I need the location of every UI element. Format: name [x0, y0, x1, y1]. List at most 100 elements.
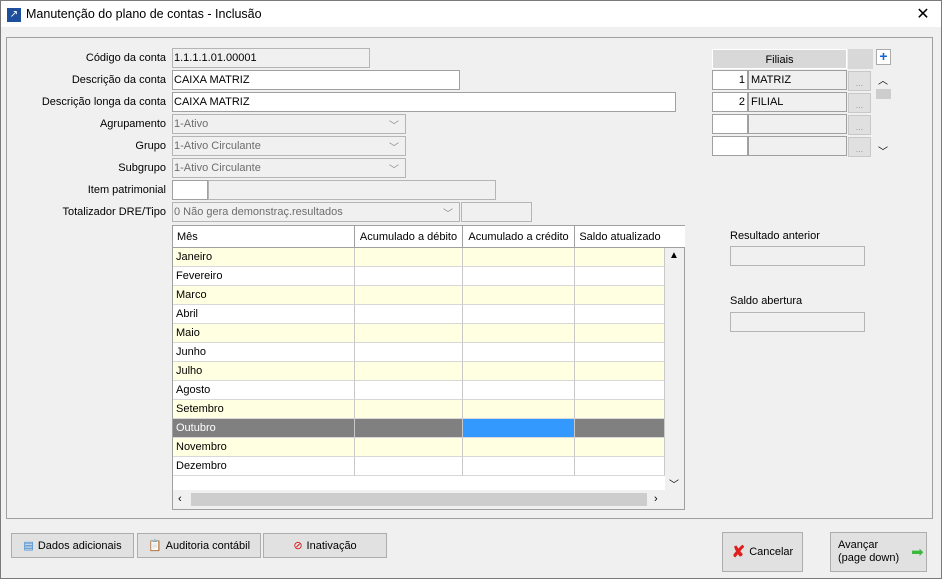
grid-row[interactable]: Agosto: [173, 381, 665, 400]
totalizador-select[interactable]: 0 Não gera demonstraç.resultados ﹀: [172, 202, 460, 222]
value-cell[interactable]: [355, 305, 463, 324]
auditoria-button[interactable]: 📋 Auditoria contábil: [137, 533, 261, 558]
value-cell[interactable]: [355, 362, 463, 381]
value-cell[interactable]: [463, 457, 575, 476]
descricao-longa-field[interactable]: CAIXA MATRIZ: [172, 92, 676, 112]
month-cell[interactable]: Agosto: [173, 381, 355, 400]
month-cell[interactable]: Maio: [173, 324, 355, 343]
value-cell[interactable]: [575, 381, 665, 400]
col-saldo[interactable]: Saldo atualizado: [575, 226, 665, 248]
value-cell[interactable]: [463, 362, 575, 381]
filial-lookup-button[interactable]: ...: [848, 137, 871, 157]
filial-lookup-button[interactable]: ...: [848, 93, 871, 113]
value-cell[interactable]: [575, 419, 665, 438]
month-cell[interactable]: Junho: [173, 343, 355, 362]
scroll-up-icon[interactable]: ▲: [669, 250, 679, 261]
descricao-field[interactable]: CAIXA MATRIZ: [172, 70, 460, 90]
value-cell[interactable]: [355, 400, 463, 419]
horizontal-scrollbar[interactable]: ‹ ›: [173, 490, 684, 509]
close-icon[interactable]: ✕: [913, 4, 933, 24]
month-cell[interactable]: Dezembro: [173, 457, 355, 476]
value-cell[interactable]: [355, 343, 463, 362]
grid-row[interactable]: Julho: [173, 362, 665, 381]
value-cell[interactable]: [463, 343, 575, 362]
value-cell[interactable]: [355, 267, 463, 286]
col-debito[interactable]: Acumulado a débito: [355, 226, 463, 248]
grid-row[interactable]: Setembro: [173, 400, 665, 419]
month-cell[interactable]: Abril: [173, 305, 355, 324]
filial-lookup-button[interactable]: ...: [848, 115, 871, 135]
value-cell[interactable]: [355, 419, 463, 438]
value-cell[interactable]: [575, 248, 665, 267]
value-cell[interactable]: [463, 248, 575, 267]
vertical-scrollbar[interactable]: ▲ ﹀: [665, 248, 684, 491]
grid-row[interactable]: Abril: [173, 305, 665, 324]
month-cell[interactable]: Setembro: [173, 400, 355, 419]
scroll-left-icon[interactable]: ‹: [178, 493, 182, 505]
scroll-down-icon[interactable]: ﹀: [878, 143, 888, 158]
filiais-scrollbar-thumb[interactable]: [876, 89, 891, 99]
grid-row[interactable]: Maio: [173, 324, 665, 343]
agrupamento-select[interactable]: 1-Ativo ﹀: [172, 114, 406, 134]
cancelar-button[interactable]: ✘ Cancelar: [722, 532, 803, 572]
value-cell[interactable]: [463, 286, 575, 305]
filial-lookup-button[interactable]: ...: [848, 71, 871, 91]
value-cell[interactable]: [355, 457, 463, 476]
scrollbar-thumb[interactable]: [191, 493, 647, 506]
value-cell[interactable]: [355, 381, 463, 400]
scroll-up-icon[interactable]: ︿: [878, 72, 888, 87]
filial-number[interactable]: [712, 136, 748, 156]
grid-row[interactable]: Fevereiro: [173, 267, 665, 286]
value-cell[interactable]: [355, 248, 463, 267]
value-cell[interactable]: [575, 457, 665, 476]
value-cell[interactable]: [575, 324, 665, 343]
value-cell[interactable]: [575, 362, 665, 381]
value-cell[interactable]: [355, 324, 463, 343]
month-cell[interactable]: Novembro: [173, 438, 355, 457]
month-cell[interactable]: Outubro: [173, 419, 355, 438]
month-cell[interactable]: Marco: [173, 286, 355, 305]
grid-row[interactable]: Junho: [173, 343, 665, 362]
grid-row[interactable]: Novembro: [173, 438, 665, 457]
filial-number[interactable]: 2: [712, 92, 748, 112]
month-cell[interactable]: Julho: [173, 362, 355, 381]
value-cell[interactable]: [575, 267, 665, 286]
scroll-down-icon[interactable]: ﹀: [669, 476, 679, 491]
grid-row[interactable]: Outubro: [173, 419, 665, 438]
value-cell[interactable]: [575, 400, 665, 419]
col-mes[interactable]: Mês: [173, 226, 355, 248]
col-credito[interactable]: Acumulado a crédito: [463, 226, 575, 248]
value-cell[interactable]: [463, 267, 575, 286]
item-patrimonial-code[interactable]: [172, 180, 208, 200]
grid-row[interactable]: Marco: [173, 286, 665, 305]
filial-name[interactable]: [748, 114, 847, 134]
value-cell[interactable]: [575, 438, 665, 457]
value-cell[interactable]: [463, 381, 575, 400]
grid-row[interactable]: Janeiro: [173, 248, 665, 267]
value-cell[interactable]: [463, 305, 575, 324]
grupo-select[interactable]: 1-Ativo Circulante ﹀: [172, 136, 406, 156]
avancar-button[interactable]: Avançar (page down) ➡: [830, 532, 927, 572]
value-cell[interactable]: [575, 343, 665, 362]
value-cell[interactable]: [575, 305, 665, 324]
dados-adicionais-button[interactable]: ▤ Dados adicionais: [11, 533, 134, 558]
subgrupo-select[interactable]: 1-Ativo Circulante ﹀: [172, 158, 406, 178]
scroll-right-icon[interactable]: ›: [654, 493, 658, 505]
inativacao-button[interactable]: ⊘ Inativação: [263, 533, 387, 558]
filial-number[interactable]: [712, 114, 748, 134]
value-cell[interactable]: [355, 438, 463, 457]
filial-number[interactable]: 1: [712, 70, 748, 90]
grid-row[interactable]: Dezembro: [173, 457, 665, 476]
value-cell[interactable]: [463, 419, 575, 438]
month-cell[interactable]: Fevereiro: [173, 267, 355, 286]
value-cell[interactable]: [463, 324, 575, 343]
value-cell[interactable]: [463, 400, 575, 419]
month-cell[interactable]: Janeiro: [173, 248, 355, 267]
filial-name[interactable]: FILIAL: [748, 92, 847, 112]
codigo-field[interactable]: 1.1.1.1.01.00001: [172, 48, 370, 68]
value-cell[interactable]: [355, 286, 463, 305]
filial-name[interactable]: MATRIZ: [748, 70, 847, 90]
filial-name[interactable]: [748, 136, 847, 156]
value-cell[interactable]: [463, 438, 575, 457]
plus-icon[interactable]: +: [876, 49, 891, 65]
